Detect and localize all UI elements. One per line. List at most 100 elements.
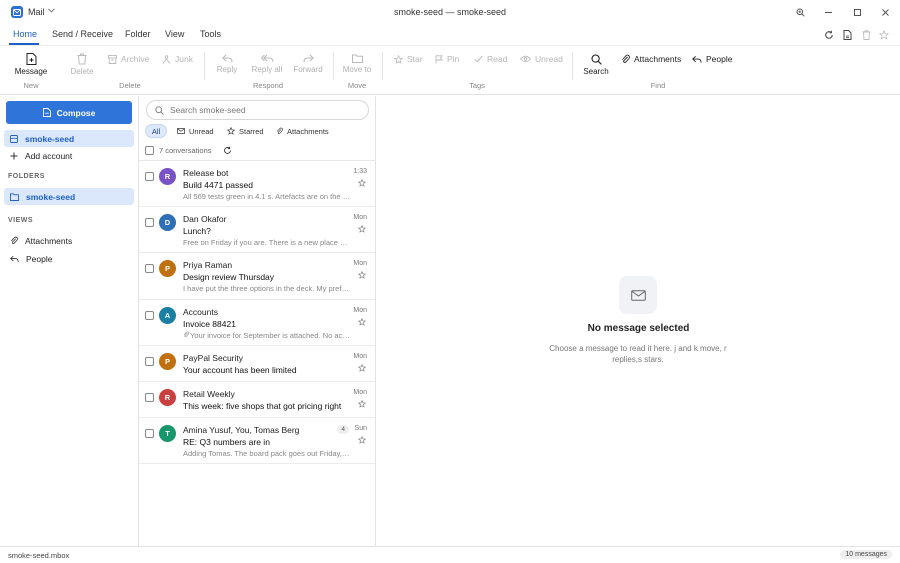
star-icon[interactable] xyxy=(358,400,366,408)
reply-arrow-icon xyxy=(10,255,19,262)
sidebar-item-account[interactable]: smoke-seed xyxy=(4,130,134,147)
paperclip-icon xyxy=(183,331,189,338)
star-icon[interactable] xyxy=(358,225,366,233)
message-checkbox[interactable] xyxy=(145,264,154,273)
zoom-icon[interactable] xyxy=(793,5,807,19)
message-checkbox[interactable] xyxy=(145,357,154,366)
junk-button[interactable]: Junk xyxy=(162,54,193,64)
star-icon[interactable] xyxy=(878,29,890,41)
star-icon[interactable] xyxy=(358,271,366,279)
add-account-button[interactable]: Add account xyxy=(4,147,134,164)
forward-button[interactable]: Forward xyxy=(292,54,324,74)
message-row[interactable]: R Retail Weekly This week: five shops th… xyxy=(139,382,375,418)
move-to-button[interactable]: Move to xyxy=(340,54,374,74)
message-checkbox[interactable] xyxy=(145,311,154,320)
delete-button[interactable]: Delete xyxy=(66,53,98,76)
sidebar-item-people[interactable]: People xyxy=(4,250,134,267)
status-file: smoke-seed.mbox xyxy=(8,551,70,560)
reply-button[interactable]: Reply xyxy=(212,54,242,74)
reply-all-label: Reply all xyxy=(251,65,283,74)
new-message-button[interactable]: Message xyxy=(14,53,48,76)
archive-button[interactable]: Archive xyxy=(108,54,149,64)
message-time: 1:33 xyxy=(353,168,367,175)
filter-all-label: All xyxy=(151,126,161,136)
account-label: smoke-seed xyxy=(25,133,75,144)
mark-read-button[interactable]: Read xyxy=(474,54,507,64)
star-button[interactable]: Star xyxy=(394,54,423,64)
tab-view[interactable]: View xyxy=(165,29,184,39)
message-sender: Release bot xyxy=(183,168,229,178)
message-checkbox[interactable] xyxy=(145,429,154,438)
message-row[interactable]: D Dan Okafor Lunch? Free on Friday if yo… xyxy=(139,207,375,253)
mark-unread-button[interactable]: Unread xyxy=(520,54,563,64)
folder-icon xyxy=(10,192,19,201)
filter-attachments-label: Attachments xyxy=(287,126,329,136)
empty-state-hint: Choose a message to read it here. j and … xyxy=(549,344,727,364)
message-time: Mon xyxy=(353,353,367,360)
search-input[interactable]: Search smoke-seed xyxy=(146,100,369,120)
envelope-icon xyxy=(619,276,657,314)
close-button[interactable] xyxy=(878,5,892,19)
reply-all-button[interactable]: Reply all xyxy=(250,54,284,74)
tab-tools[interactable]: Tools xyxy=(200,29,221,39)
conversation-header: 7 conversations xyxy=(145,146,232,155)
people-button[interactable]: People xyxy=(692,54,732,64)
message-row[interactable]: A Accounts Invoice 88421 Your invoice fo… xyxy=(139,300,375,346)
folder-label: smoke-seed xyxy=(26,191,76,202)
message-row[interactable]: T Amina Yusuf, You, Tomas Berg RE: Q3 nu… xyxy=(139,418,375,464)
attachments-label: Attachments xyxy=(634,54,682,64)
refresh-icon[interactable] xyxy=(823,29,835,41)
compose-button[interactable]: Compose xyxy=(6,101,132,124)
pin-icon xyxy=(435,54,443,63)
group-label-new: New xyxy=(23,81,39,90)
star-icon[interactable] xyxy=(358,364,366,372)
reading-pane: No message selected Choose a message to … xyxy=(377,96,900,546)
search-button[interactable]: Search xyxy=(580,54,612,76)
filter-unread[interactable]: Unread xyxy=(177,124,214,138)
folders-heading: FOLDERS xyxy=(8,173,45,180)
star-icon[interactable] xyxy=(358,318,366,326)
avatar: R xyxy=(159,168,176,185)
message-checkbox[interactable] xyxy=(145,393,154,402)
maximize-button[interactable] xyxy=(850,5,864,19)
message-row[interactable]: R Release bot Build 4471 passed All 569 … xyxy=(139,161,375,207)
message-checkbox[interactable] xyxy=(145,172,154,181)
minimize-button[interactable] xyxy=(821,5,835,19)
message-row[interactable]: P PayPal Security Your account has been … xyxy=(139,346,375,382)
search-label: Search xyxy=(583,67,609,76)
pin-button[interactable]: Pin xyxy=(435,54,459,64)
tab-folder[interactable]: Folder xyxy=(125,29,151,39)
message-time: Mon xyxy=(353,214,367,221)
tab-home[interactable]: Home xyxy=(13,29,37,39)
tab-send-receive[interactable]: Send / Receive xyxy=(52,29,113,39)
trash-icon[interactable] xyxy=(860,29,872,41)
sidebar-item-folder[interactable]: smoke-seed xyxy=(4,188,134,205)
filter-all[interactable]: All xyxy=(145,124,167,138)
message-count-badge: 10 messages xyxy=(840,550,892,559)
message-checkbox[interactable] xyxy=(145,218,154,227)
sidebar-item-attachments[interactable]: Attachments xyxy=(4,232,134,249)
thread-count-badge: 4 xyxy=(337,425,349,434)
attachments-button[interactable]: Attachments xyxy=(621,54,681,64)
junk-icon xyxy=(162,54,171,64)
reply-icon xyxy=(221,54,232,63)
message-row[interactable]: P Priya Raman Design review Thursday I h… xyxy=(139,253,375,300)
message-sender: PayPal Security xyxy=(183,353,243,363)
new-message-icon xyxy=(26,53,36,65)
star-icon[interactable] xyxy=(358,436,366,444)
refresh-icon[interactable] xyxy=(223,146,232,155)
new-document-icon[interactable] xyxy=(841,29,853,41)
ribbon-separator xyxy=(333,52,334,80)
star-icon[interactable] xyxy=(358,179,366,187)
avatar: A xyxy=(159,307,176,324)
avatar: P xyxy=(159,353,176,370)
ribbon-separator xyxy=(572,52,573,80)
plus-icon xyxy=(10,152,18,159)
filter-attachments[interactable]: Attachments xyxy=(276,124,329,138)
filter-starred[interactable]: Starred xyxy=(227,124,264,138)
message-preview: I have put the three options in the deck… xyxy=(183,284,351,293)
archive-label: Archive xyxy=(121,54,150,64)
select-all-checkbox[interactable] xyxy=(145,146,154,155)
menu-tabs: Home Send / Receive Folder View Tools xyxy=(0,24,900,45)
move-to-label: Move to xyxy=(342,65,372,74)
